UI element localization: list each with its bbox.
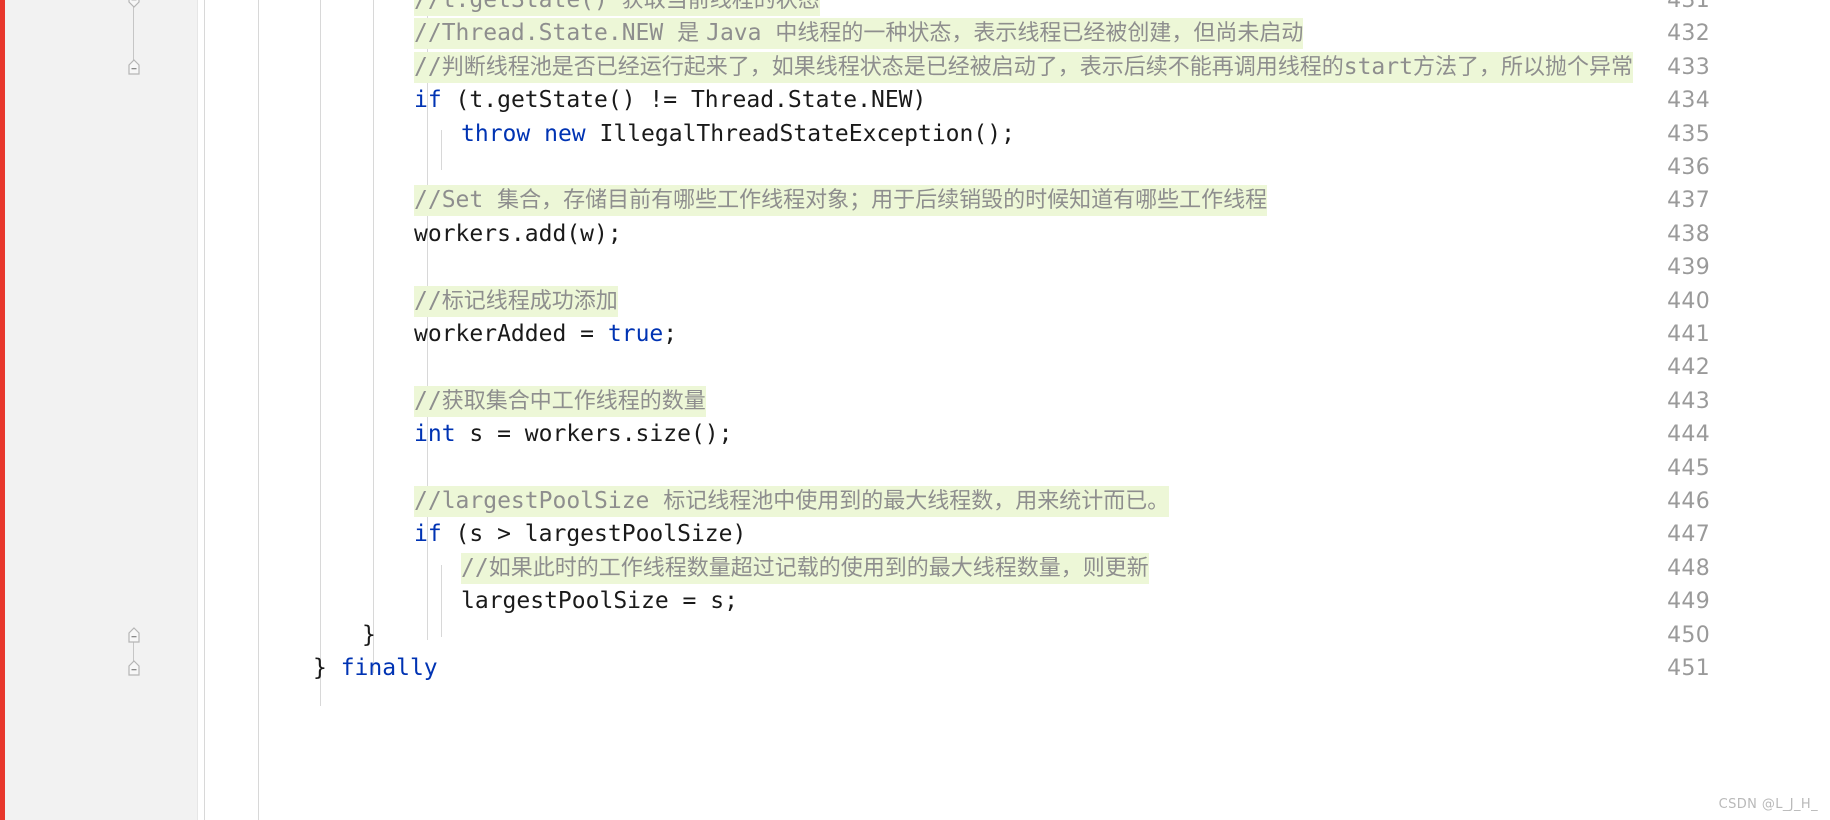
token-comment-cjk: 是 xyxy=(677,21,707,47)
token-comment-cjk: 中线程的一种状态，表示线程已经被创建，但尚未启动 xyxy=(775,21,1304,47)
token-comment-cjk: 获取当前线程的状态 xyxy=(621,0,820,13)
comment-highlight: //标记线程成功添加 xyxy=(414,285,618,317)
token-comment-cjk: 判断线程池是否已经运行起来了，如果线程状态是已经被启动了，表示后续不能再调用线程… xyxy=(441,54,1344,80)
token-keyword: new xyxy=(544,120,586,147)
token-comment: start xyxy=(1343,53,1413,80)
token-plain: (t.getState() != Thread.State.NEW) xyxy=(441,87,927,114)
token-plain: (s > largestPoolSize) xyxy=(441,521,747,548)
token-comment: Java xyxy=(706,20,776,47)
code-text: workers.add(w); xyxy=(414,221,622,247)
comment-highlight: //Thread.State.NEW 是 Java 中线程的一种状态，表示线程已… xyxy=(414,18,1304,50)
code-text: } finally xyxy=(313,655,438,681)
comment-highlight: //判断线程池是否已经运行起来了，如果线程状态是已经被启动了，表示后续不能再调用… xyxy=(414,51,1633,83)
token-keyword: if xyxy=(414,87,442,114)
token-keyword: true xyxy=(607,321,664,347)
token-comment: // xyxy=(414,53,442,80)
token-keyword: throw xyxy=(461,120,531,147)
code-text: largestPoolSize = s; xyxy=(461,588,738,614)
token-comment-cjk: 标记线程成功添加 xyxy=(441,288,618,314)
comment-highlight: //Set 集合，存储目前有哪些工作线程对象；用于后续销毁的时候知道有哪些工作线… xyxy=(414,185,1268,217)
token-keyword: if xyxy=(414,521,442,548)
token-plain: IllegalThreadStateException(); xyxy=(585,120,1015,147)
token-comment: //Thread.State.NEW xyxy=(414,20,678,47)
code-text: if (t.getState() != Thread.State.NEW) xyxy=(414,87,926,113)
token-plain: s = workers.size(); xyxy=(455,421,733,448)
token-plain: workerAdded = xyxy=(414,321,608,347)
token-comment: // xyxy=(461,554,489,581)
token-comment-cjk: 获取集合中工作线程的数量 xyxy=(441,388,706,414)
token-comment-cjk: 标记线程池中使用到的最大线程数，用来统计而已。 xyxy=(663,489,1170,514)
token-comment-cjk: 集合，存储目前有哪些工作线程对象；用于后续销毁的时候知道有哪些工作线程 xyxy=(497,188,1268,214)
code-text: workerAdded = true; xyxy=(414,321,677,347)
comment-highlight: //获取集合中工作线程的数量 xyxy=(414,385,706,417)
comment-highlight: //如果此时的工作线程数量超过记载的使用到的最大线程数量，则更新 xyxy=(461,552,1149,584)
token-plain: largestPoolSize = s; xyxy=(461,588,738,615)
csdn-watermark: CSDN @L_J_H_ xyxy=(1718,797,1818,812)
code-text: } xyxy=(362,622,376,648)
code-line[interactable]: } finally xyxy=(0,649,438,688)
token-comment: // xyxy=(414,387,442,414)
token-plain: } xyxy=(362,621,376,648)
code-content[interactable]: //t.getState() 获取当前线程的状态 //Thread.State.N… xyxy=(0,0,1830,820)
token-comment: //t.getState() xyxy=(414,0,622,13)
token-plain: workers.add(w); xyxy=(414,220,622,247)
code-text: throw new IllegalThreadStateException(); xyxy=(461,121,1015,147)
code-editor[interactable]: 431 432 433 434 435 436 437 438 439 440 441 442 443 4… xyxy=(0,0,1830,820)
token-keyword: int xyxy=(414,421,456,448)
token-plain: ; xyxy=(663,321,678,347)
token-comment-cjk: 方法了，所以抛个异常 xyxy=(1412,54,1633,80)
token-keyword: finally xyxy=(340,655,438,681)
token-comment: //Set xyxy=(414,187,498,214)
token-comment: //largestPoolSize xyxy=(414,488,664,514)
comment-highlight: //largestPoolSize 标记线程池中使用到的最大线程数，用来统计而已… xyxy=(414,486,1170,517)
token-plain: } xyxy=(313,655,341,681)
token-comment-cjk: 如果此时的工作线程数量超过记载的使用到的最大线程数量，则更新 xyxy=(488,555,1149,581)
code-text: int s = workers.size(); xyxy=(414,421,733,447)
code-text: if (s > largestPoolSize) xyxy=(414,521,746,547)
token-comment: // xyxy=(414,287,442,314)
